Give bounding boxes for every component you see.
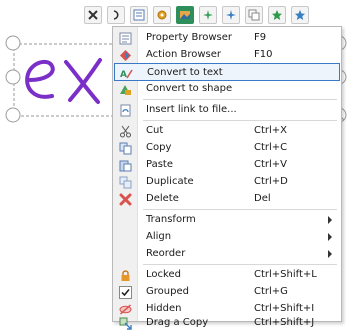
menu-item-duplicate[interactable]: Duplicate Ctrl+D — [114, 173, 340, 191]
menu-item-grouped[interactable]: Grouped Ctrl+G — [114, 283, 340, 301]
property-browser-icon — [118, 31, 132, 45]
rotate-icon[interactable] — [107, 6, 125, 24]
action-browser-icon — [118, 48, 132, 62]
menu-item-align[interactable]: Align — [114, 228, 340, 246]
menu-item-property-browser[interactable]: Property Browser F9 — [114, 29, 340, 47]
copy-icon — [118, 141, 132, 155]
star-add-icon[interactable] — [268, 6, 286, 24]
cut-icon — [118, 124, 132, 138]
handwriting-stroke — [68, 58, 102, 102]
link-file-icon — [118, 103, 132, 117]
menu-item-reorder[interactable]: Reorder — [114, 245, 340, 263]
gear-icon[interactable] — [153, 6, 171, 24]
menu-item-copy[interactable]: Copy Ctrl+C — [114, 139, 340, 157]
floating-toolbar — [0, 6, 350, 26]
menu-item-action-browser[interactable]: Action Browser F10 — [114, 46, 340, 64]
submenu-arrow-icon — [328, 216, 332, 224]
convert-shape-icon — [118, 82, 132, 96]
menu-item-insert-link[interactable]: Insert link to file... — [114, 101, 340, 119]
image-icon[interactable] — [176, 6, 194, 24]
paste-icon — [118, 158, 132, 172]
menu-separator — [143, 120, 337, 121]
context-menu: Property Browser F9 Action Browser F10 A… — [112, 26, 342, 330]
duplicate-icon[interactable] — [245, 6, 263, 24]
svg-text:A: A — [120, 70, 127, 80]
handwriting-stroke — [25, 59, 55, 99]
menu-item-drag-a-copy[interactable]: Drag a Copy Ctrl+Shift+J — [114, 317, 340, 330]
lock-icon — [118, 268, 132, 282]
menu-item-delete[interactable]: Delete Del — [114, 190, 340, 208]
resize-handle[interactable] — [5, 107, 21, 123]
submenu-arrow-icon — [328, 250, 332, 258]
checkmark-icon — [118, 285, 132, 299]
hidden-icon — [118, 302, 132, 316]
menu-item-transform[interactable]: Transform — [114, 211, 340, 229]
convert-text-icon: A — [119, 66, 133, 80]
sparkle-icon[interactable] — [199, 6, 217, 24]
delete-icon — [118, 192, 132, 206]
menu-separator — [143, 209, 337, 210]
resize-handle[interactable] — [5, 35, 21, 51]
menu-item-locked[interactable]: Locked Ctrl+Shift+L — [114, 266, 340, 284]
duplicate-icon — [118, 175, 132, 189]
menu-item-paste[interactable]: Paste Ctrl+V — [114, 156, 340, 174]
drag-copy-icon — [118, 316, 132, 330]
menu-separator — [143, 99, 337, 100]
menu-item-convert-to-shape[interactable]: Convert to shape — [114, 80, 340, 98]
submenu-arrow-icon — [328, 233, 332, 241]
resize-handle[interactable] — [5, 69, 21, 85]
menu-separator — [143, 264, 337, 265]
sparkle-icon[interactable] — [222, 6, 240, 24]
star-remove-icon[interactable] — [291, 6, 309, 24]
properties-icon[interactable] — [130, 6, 148, 24]
menu-item-cut[interactable]: Cut Ctrl+X — [114, 122, 340, 140]
menu-item-convert-to-text[interactable]: A Convert to text — [114, 63, 340, 81]
close-icon[interactable] — [84, 6, 102, 24]
